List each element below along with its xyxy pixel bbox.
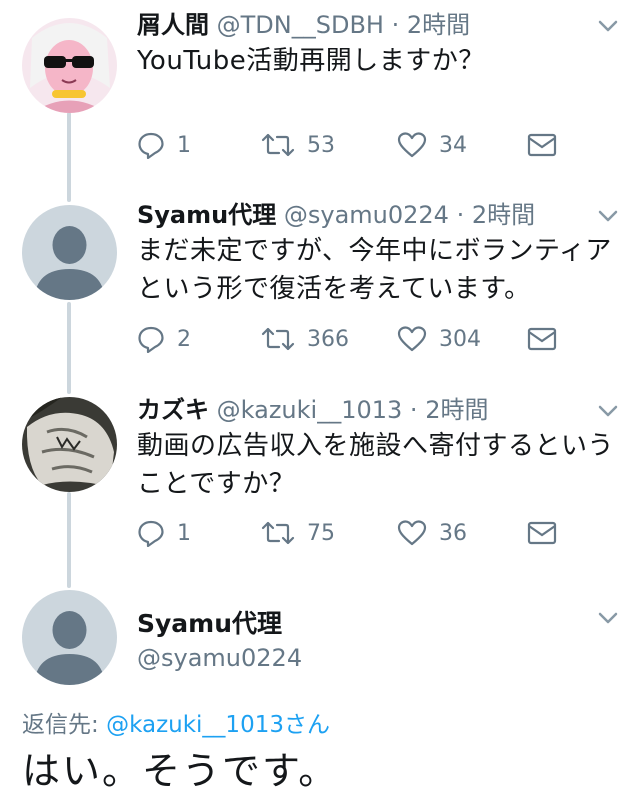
- tweet[interactable]: 屑人間 @TDN__SDBH · 2時間 YouTube活動再開しますか？ 1 …: [0, 10, 640, 185]
- like-button[interactable]: 34: [397, 127, 467, 163]
- direct-message-button[interactable]: [527, 321, 557, 357]
- tweet-text-line: YouTube活動再開しますか？: [137, 46, 485, 76]
- avatar[interactable]: [22, 205, 117, 300]
- action-bar: 1 75 36: [137, 515, 620, 551]
- direct-message-button[interactable]: [527, 515, 557, 551]
- retweet-button[interactable]: 366: [261, 321, 349, 357]
- tweet-text-line: 動画の広告収入を施設へ寄付するという: [137, 431, 615, 461]
- timestamp[interactable]: 2時間: [472, 201, 535, 229]
- reply-icon: [138, 520, 164, 547]
- heart-icon: [397, 326, 427, 352]
- more-options-chevron-icon[interactable]: [596, 399, 620, 423]
- tweet-text: まだ未定ですが、今年中にボランティア という形で復活を考えています。: [137, 232, 620, 308]
- reply-to-label: 返信先:: [22, 712, 99, 738]
- reply-mention-link[interactable]: @kazuki__1013さん: [106, 712, 330, 738]
- reply-icon: [138, 326, 164, 353]
- action-bar: 2 366 304: [137, 321, 620, 357]
- display-name[interactable]: カズキ: [137, 396, 209, 424]
- user-handle[interactable]: @syamu0224: [284, 201, 449, 229]
- tweet-header: Syamu代理 @syamu0224 · 2時間: [137, 200, 590, 230]
- tweet-header: 屑人間 @TDN__SDBH · 2時間: [137, 10, 590, 40]
- envelope-icon: [527, 327, 557, 351]
- tweet[interactable]: カズキ @kazuki__1013 · 2時間 動画の広告収入を施設へ寄付すると…: [0, 395, 640, 570]
- more-options-chevron-icon[interactable]: [596, 14, 620, 38]
- separator-dot: ·: [391, 11, 400, 39]
- more-options-chevron-icon[interactable]: [596, 204, 620, 228]
- reply-icon: [138, 132, 164, 159]
- timestamp[interactable]: 2時間: [407, 11, 470, 39]
- reply-button[interactable]: 1: [137, 515, 191, 551]
- retweet-count: 75: [307, 520, 335, 546]
- reply-button[interactable]: 1: [137, 127, 191, 163]
- retweet-icon: [261, 327, 295, 351]
- heart-icon: [397, 132, 427, 158]
- separator-dot: ·: [456, 201, 465, 229]
- user-handle[interactable]: @kazuki__1013: [217, 396, 403, 424]
- direct-message-button[interactable]: [527, 127, 557, 163]
- tweet-text-line: という形で復活を考えています。: [137, 274, 531, 304]
- retweet-icon: [261, 521, 295, 545]
- action-bar: 1 53 34: [137, 127, 620, 163]
- photo-avatar-icon: [22, 397, 117, 492]
- tweet[interactable]: Syamu代理 @syamu0224 · 2時間 まだ未定ですが、今年中にボラン…: [0, 200, 640, 375]
- reply-count: 1: [177, 132, 191, 158]
- retweet-count: 366: [307, 326, 349, 352]
- timestamp[interactable]: 2時間: [425, 396, 488, 424]
- envelope-icon: [527, 521, 557, 545]
- tweet-text: YouTube活動再開しますか？: [137, 42, 620, 80]
- like-count: 34: [439, 132, 467, 158]
- avatar[interactable]: [22, 18, 117, 113]
- default-profile-avatar-icon: [22, 590, 117, 685]
- tweet-text: 動画の広告収入を施設へ寄付するという ことですか？: [137, 427, 620, 503]
- reply-count: 1: [177, 520, 191, 546]
- anime-character-avatar-icon: [22, 18, 117, 113]
- user-handle[interactable]: @syamu0224: [137, 644, 302, 672]
- tweet-header: カズキ @kazuki__1013 · 2時間: [137, 395, 590, 425]
- tweet-text: はい。そうです。: [22, 749, 339, 793]
- more-options-chevron-icon[interactable]: [596, 606, 620, 630]
- reply-context: 返信先: @kazuki__1013さん: [22, 705, 330, 739]
- tweet-text-line: まだ未定ですが、今年中にボランティア: [137, 236, 612, 266]
- like-count: 304: [439, 326, 481, 352]
- display-name[interactable]: Syamu代理: [137, 201, 276, 229]
- envelope-icon: [527, 133, 557, 157]
- retweet-button[interactable]: 53: [261, 127, 335, 163]
- like-count: 36: [439, 520, 467, 546]
- like-button[interactable]: 304: [397, 321, 481, 357]
- reply-count: 2: [177, 326, 191, 352]
- reply-button[interactable]: 2: [137, 321, 191, 357]
- avatar[interactable]: [22, 590, 117, 685]
- avatar[interactable]: [22, 397, 117, 492]
- separator-dot: ·: [409, 396, 418, 424]
- user-handle[interactable]: @TDN__SDBH: [217, 11, 384, 39]
- retweet-icon: [261, 133, 295, 157]
- like-button[interactable]: 36: [397, 515, 467, 551]
- display-name[interactable]: 屑人間: [137, 11, 209, 39]
- tweet-text-line: ことですか？: [137, 469, 296, 499]
- retweet-count: 53: [307, 132, 335, 158]
- heart-icon: [397, 520, 427, 546]
- default-profile-avatar-icon: [22, 205, 117, 300]
- retweet-button[interactable]: 75: [261, 515, 335, 551]
- display-name[interactable]: Syamu代理: [137, 604, 282, 640]
